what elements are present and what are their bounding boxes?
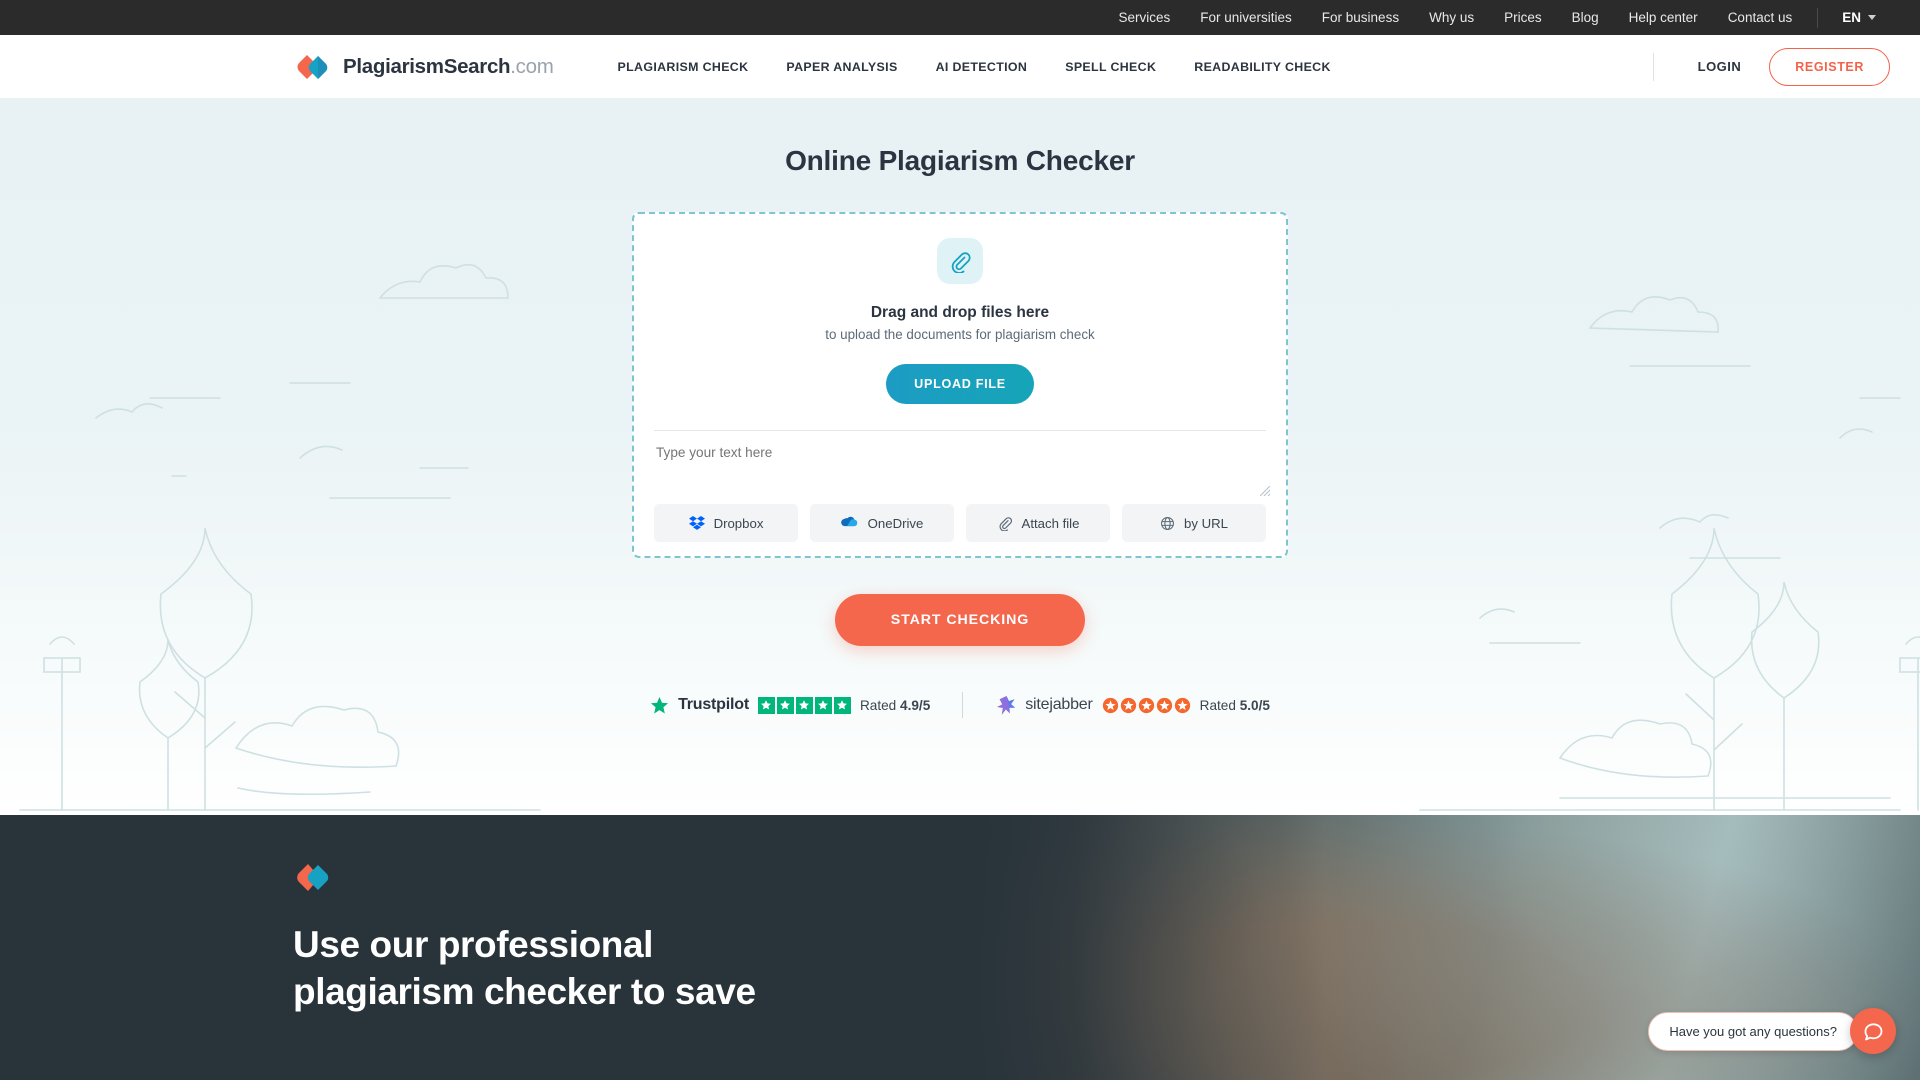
star-icon: [833, 696, 851, 714]
star-icon: [795, 696, 813, 714]
source-by-url-button[interactable]: by URL: [1122, 504, 1266, 542]
chevron-down-icon: [1868, 15, 1876, 20]
language-label: EN: [1842, 10, 1861, 25]
upload-sources: Dropbox OneDrive Attach file by URL: [648, 492, 1272, 542]
dropzone-icon-box: [937, 238, 983, 284]
chat-fab-button[interactable]: [1850, 1008, 1896, 1054]
header-actions: LOGIN REGISTER: [1652, 47, 1890, 86]
logo-text-suffix: .com: [510, 54, 554, 78]
dropzone-subtitle: to upload the documents for plagiarism c…: [825, 327, 1095, 342]
chat-bubble[interactable]: Have you got any questions?: [1648, 1011, 1858, 1051]
nav-ai-detection[interactable]: AI DETECTION: [917, 60, 1047, 74]
upload-file-button[interactable]: UPLOAD FILE: [886, 364, 1034, 404]
file-dropzone[interactable]: Drag and drop files here to upload the d…: [632, 212, 1288, 558]
globe-icon: [1161, 516, 1174, 530]
text-input-area: [648, 431, 1272, 496]
ratings-divider: [962, 692, 964, 718]
trustpilot-name: Trustpilot: [678, 696, 749, 713]
source-by-url-label: by URL: [1184, 515, 1228, 531]
source-onedrive-button[interactable]: OneDrive: [810, 504, 954, 542]
rating-sitejabber[interactable]: sitejabber Rated 5.0/5: [995, 695, 1270, 716]
star-icon: [1138, 697, 1154, 713]
hero-section: Online Plagiarism Checker Drag and drop …: [0, 98, 1920, 815]
nav-spell-check[interactable]: SPELL CHECK: [1046, 60, 1175, 74]
nav-plagiarism-check[interactable]: PLAGIARISM CHECK: [599, 60, 768, 74]
nav-readability-check[interactable]: READABILITY CHECK: [1175, 60, 1350, 74]
source-dropbox-label: Dropbox: [713, 515, 764, 531]
star-icon: [1120, 697, 1136, 713]
sitejabber-name: sitejabber: [1025, 696, 1093, 713]
topbar-link-why-us[interactable]: Why us: [1414, 10, 1489, 25]
login-link[interactable]: LOGIN: [1682, 59, 1758, 74]
star-icon: [776, 696, 794, 714]
dropzone-title: Drag and drop files here: [870, 304, 1050, 321]
ratings-row: Trustpilot Rated 4.9/5 sitejabber Rated …: [0, 692, 1920, 718]
paperclip-icon: [951, 252, 971, 273]
star-icon: [757, 696, 775, 714]
dark-section-heading: Use our professional plagiarism checker …: [293, 924, 756, 1013]
topbar-link-services[interactable]: Services: [1103, 10, 1185, 25]
features-dark-section: Use our professional plagiarism checker …: [0, 815, 1920, 1080]
sitejabber-stars: [1102, 697, 1191, 714]
brand-logo-icon: [297, 864, 329, 891]
logo-text-main: PlagiarismSearch: [343, 54, 511, 78]
topbar-link-help-center[interactable]: Help center: [1614, 10, 1713, 25]
sitejabber-logo-icon: [997, 695, 1016, 715]
topbar-link-universities[interactable]: For universities: [1185, 10, 1307, 25]
trustpilot-stars: [757, 696, 851, 714]
source-onedrive-label: OneDrive: [867, 515, 924, 531]
topbar-divider: [1817, 7, 1819, 28]
text-input[interactable]: [656, 445, 1264, 487]
brand-logo-icon: [297, 54, 328, 79]
topbar-link-blog[interactable]: Blog: [1557, 10, 1614, 25]
star-icon: [1174, 697, 1190, 713]
register-button[interactable]: REGISTER: [1769, 47, 1890, 86]
rating-trustpilot[interactable]: Trustpilot Rated 4.9/5: [650, 696, 930, 715]
sitejabber-score: 5.0/5: [1239, 697, 1270, 713]
source-attach-file-label: Attach file: [1021, 515, 1080, 531]
main-nav: PLAGIARISM CHECK PAPER ANALYSIS AI DETEC…: [599, 60, 1350, 74]
paperclip-icon: [999, 517, 1012, 531]
sitejabber-rated-label: Rated: [1199, 697, 1236, 713]
logo-text: PlagiarismSearch.com: [343, 55, 554, 79]
topbar-link-prices[interactable]: Prices: [1489, 10, 1557, 25]
start-checking-button[interactable]: START CHECKING: [834, 594, 1086, 646]
topbar-nav: Services For universities For business W…: [1103, 7, 1890, 28]
header-divider: [1652, 52, 1654, 81]
hero-content: Online Plagiarism Checker Drag and drop …: [0, 98, 1920, 718]
source-dropbox-button[interactable]: Dropbox: [654, 504, 798, 542]
utility-topbar: Services For universities For business W…: [0, 0, 1920, 35]
topbar-link-contact-us[interactable]: Contact us: [1713, 10, 1808, 25]
star-icon: [1102, 697, 1118, 713]
language-selector[interactable]: EN: [1828, 10, 1890, 25]
topbar-link-business[interactable]: For business: [1307, 10, 1414, 25]
dark-section-content: Use our professional plagiarism checker …: [0, 815, 1920, 1016]
trustpilot-score: 4.9/5: [900, 697, 931, 713]
source-attach-file-button[interactable]: Attach file: [966, 504, 1110, 542]
trustpilot-rated: Rated 4.9/5: [860, 698, 930, 713]
trustpilot-rated-label: Rated: [859, 697, 897, 713]
resize-handle-icon[interactable]: [1260, 486, 1270, 496]
logo[interactable]: PlagiarismSearch.com: [293, 53, 554, 81]
trustpilot-star-icon: [651, 696, 669, 713]
site-header: PlagiarismSearch.com PLAGIARISM CHECK PA…: [0, 35, 1920, 98]
dropbox-icon: [688, 516, 705, 530]
sitejabber-rated: Rated 5.0/5: [1200, 698, 1270, 713]
star-icon: [814, 696, 832, 714]
page-title: Online Plagiarism Checker: [785, 145, 1135, 176]
star-icon: [1156, 697, 1172, 713]
nav-paper-analysis[interactable]: PAPER ANALYSIS: [767, 60, 916, 74]
onedrive-icon: [840, 516, 857, 527]
chat-widget: Have you got any questions?: [1648, 1008, 1896, 1054]
chat-icon: [1864, 1023, 1883, 1041]
